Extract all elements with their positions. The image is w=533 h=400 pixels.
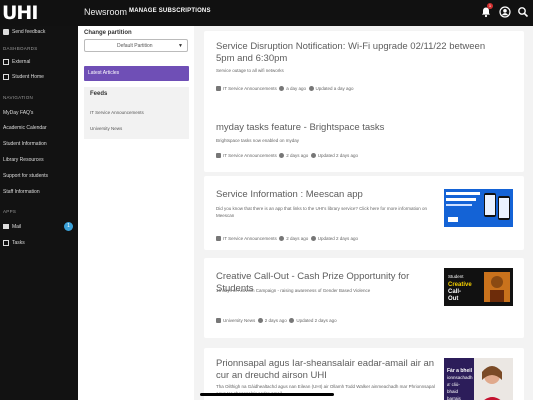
- article-card[interactable]: Service Disruption Notification: Wi-Fi u…: [204, 31, 524, 117]
- change-partition-label: Change partition: [84, 30, 132, 36]
- article-title[interactable]: Prionnsapal agus Iar-sheansalair eadar-a…: [216, 358, 438, 382]
- feed-item-it-service[interactable]: IT Service Announcements: [90, 110, 144, 115]
- grid-icon: [3, 73, 9, 80]
- article-age: 2 days ago: [286, 153, 309, 158]
- rss-icon: [216, 86, 221, 92]
- sidebar-item-label: Student Home: [12, 74, 44, 80]
- dashboards-heading: DASHBOARDS: [3, 46, 38, 51]
- home-indicator: [200, 393, 334, 396]
- sidebar-item-external[interactable]: External: [3, 58, 30, 66]
- notification-badge: 1: [487, 3, 493, 9]
- rss-icon: [216, 153, 221, 159]
- article-summary: Brightspace tasks now enabled on myday: [216, 138, 300, 143]
- article-title[interactable]: Service Disruption Notification: Wi-Fi u…: [216, 41, 506, 65]
- article-age: 2 days ago: [286, 236, 309, 241]
- clock-icon: [308, 86, 314, 92]
- article-card[interactable]: myday tasks feature - Brightspace tasks …: [204, 108, 524, 172]
- uhi-logo[interactable]: UHI: [2, 3, 38, 23]
- clock-icon: [310, 236, 316, 242]
- sidebar-item-label: Tasks: [12, 240, 25, 246]
- article-source[interactable]: University News: [223, 318, 255, 323]
- thumb-text-line: Call-: [448, 289, 461, 295]
- manage-subscriptions-link[interactable]: MANAGE SUBSCRIPTIONS: [129, 8, 211, 14]
- article-card[interactable]: Service Information : Meescan app Did yo…: [204, 176, 524, 250]
- tasks-icon: [3, 239, 9, 246]
- mail-icon: [3, 224, 9, 230]
- clock-icon: [279, 153, 285, 159]
- thumb-text-line: a' cliù-: [447, 382, 460, 387]
- meescan-app-image[interactable]: [444, 189, 513, 227]
- grid-icon: [3, 58, 9, 65]
- sidebar-item-academic-calendar[interactable]: Academic Calendar: [3, 124, 47, 132]
- article-meta: IT Service Announcements 2 days ago Upda…: [216, 153, 359, 159]
- article-summary: 16 days of Activism Campaign - raising a…: [216, 288, 371, 293]
- account-icon[interactable]: [499, 6, 511, 18]
- clock-icon: [279, 236, 285, 242]
- article-updated: Updated a day ago: [315, 86, 354, 91]
- article-source[interactable]: IT Service Announcements: [223, 86, 277, 91]
- feeds-title: Feeds: [90, 91, 108, 97]
- thumb-text-line: Creative: [448, 282, 472, 288]
- article-card[interactable]: Creative Call-Out - Cash Prize Opportuni…: [204, 258, 524, 338]
- latest-articles-label: Latest Articles: [88, 70, 120, 76]
- article-meta: IT Service Announcements a day ago Updat…: [216, 86, 354, 92]
- sidebar-item-support-for-students[interactable]: Support for students: [3, 172, 48, 180]
- thumb-text-line: Fàr a bheil: [447, 368, 473, 374]
- page-title: Newsroom: [84, 7, 128, 17]
- feed-item-university-news[interactable]: University News: [90, 126, 122, 131]
- thumb-text-line: barrais: [447, 396, 462, 400]
- sidebar-item-send-feedback[interactable]: Send feedback: [3, 28, 45, 36]
- article-title[interactable]: myday tasks feature - Brightspace tasks: [216, 122, 506, 134]
- sidebar-item-label: Mail: [12, 224, 22, 230]
- clock-icon: [289, 318, 295, 324]
- article-updated: Updated 2 days ago: [317, 153, 359, 158]
- partition-select[interactable]: Default Partition ▼: [84, 39, 188, 52]
- article-meta: University News 2 days ago Updated 2 day…: [216, 318, 337, 324]
- articles-list: Service Disruption Notification: Wi-Fi u…: [194, 26, 533, 400]
- principal-photo-image[interactable]: Fàr a bheil ionnsachadh a' cliù- bhaid b…: [444, 358, 513, 400]
- sidebar-item-label: Send feedback: [12, 29, 46, 35]
- apps-heading: APPS: [3, 209, 17, 214]
- thumb-text-line: Out: [448, 296, 458, 302]
- sidebar-item-student-home[interactable]: Student Home: [3, 73, 44, 81]
- feeds-list: Feeds IT Service Announcements Universit…: [84, 87, 189, 139]
- sidebar: Send feedback DASHBOARDS External Studen…: [0, 26, 78, 400]
- sidebar-item-mail[interactable]: Mail: [3, 223, 21, 231]
- partition-select-value: Default Partition: [117, 43, 153, 49]
- article-summary: Did you know that there is an app that l…: [216, 206, 427, 218]
- top-bar: UHI Newsroom MANAGE SUBSCRIPTIONS 1: [0, 0, 533, 26]
- article-summary: Service outage to all wifi networks: [216, 68, 284, 73]
- mail-count-badge: 1: [64, 222, 73, 231]
- article-meta: IT Service Announcements 2 days ago Upda…: [216, 236, 359, 242]
- clock-icon: [310, 153, 316, 159]
- clock-icon: [279, 86, 285, 92]
- article-age: a day ago: [286, 86, 306, 91]
- navigation-heading: NAVIGATION: [3, 95, 34, 100]
- sidebar-item-myday-faqs[interactable]: MyDay FAQ's: [3, 109, 33, 117]
- article-age: 2 days ago: [264, 318, 287, 323]
- rss-icon: [216, 236, 221, 242]
- partition-panel: Change partition Default Partition ▼ Lat…: [78, 26, 194, 400]
- article-updated: Updated 2 days ago: [296, 318, 337, 323]
- thumb-text-line: bhaid: [447, 389, 459, 394]
- sidebar-item-tasks[interactable]: Tasks: [3, 239, 25, 247]
- thumb-text-line: Student: [448, 274, 464, 279]
- sidebar-item-library-resources[interactable]: Library Resources: [3, 156, 44, 164]
- chevron-down-icon: ▼: [178, 43, 183, 49]
- thumb-text-line: ionnsachadh: [447, 375, 473, 380]
- sidebar-item-student-information[interactable]: Student Information: [3, 140, 47, 148]
- sidebar-item-label: External: [12, 59, 31, 65]
- article-source[interactable]: IT Service Announcements: [223, 236, 277, 241]
- creative-call-out-image[interactable]: Student Creative Call- Out: [444, 268, 513, 306]
- rss-icon: [216, 318, 221, 324]
- feedback-icon: [3, 28, 9, 35]
- clock-icon: [257, 318, 263, 324]
- article-source[interactable]: IT Service Announcements: [223, 153, 277, 158]
- search-icon[interactable]: [517, 6, 529, 18]
- latest-articles-button[interactable]: Latest Articles: [84, 66, 189, 81]
- article-title[interactable]: Service Information : Meescan app: [216, 189, 436, 201]
- sidebar-item-staff-information[interactable]: Staff Information: [3, 188, 40, 196]
- article-updated: Updated 2 days ago: [317, 236, 359, 241]
